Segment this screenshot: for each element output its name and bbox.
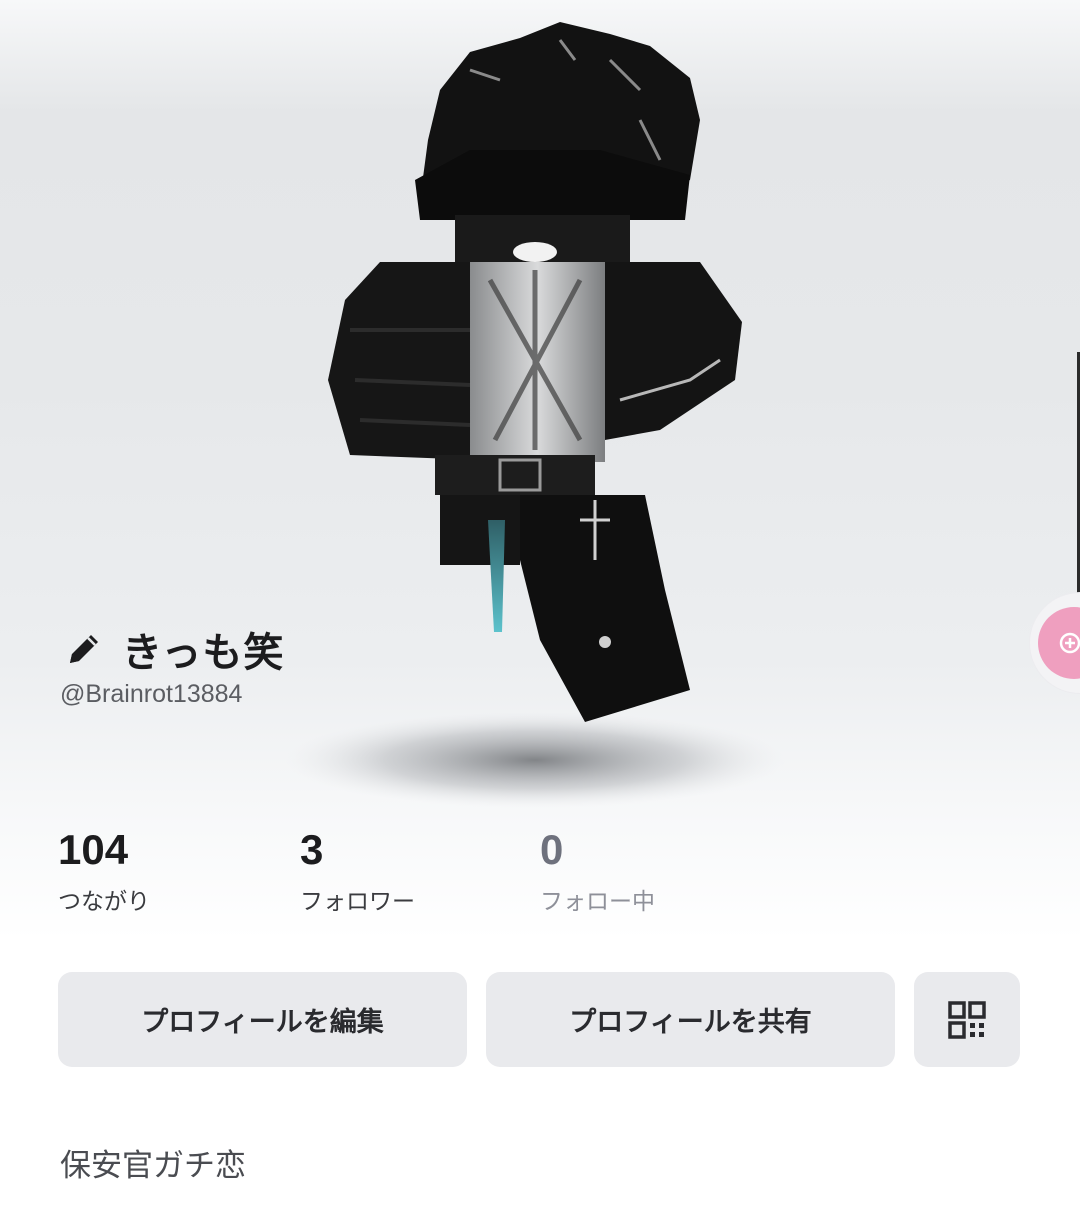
qr-code-button[interactable] [914,972,1020,1067]
avatar-3d-figure [285,22,785,808]
stat-followers-value: 3 [300,826,324,873]
add-icon [1059,632,1080,654]
display-name: きっも笑 [122,630,285,676]
pencil-icon[interactable] [64,629,104,669]
side-floating-button-accent [1038,607,1080,679]
share-profile-button[interactable]: プロフィールを共有 [486,972,895,1067]
stat-following[interactable]: 0 フォロー中 [540,822,655,916]
stat-connections-value: 104 [58,826,129,873]
avatar-hero-background [0,0,1080,940]
qr-code-icon [948,1000,986,1039]
stat-followers-label: フォロワー [300,889,415,915]
stat-followers[interactable]: 3 フォロワー [300,822,415,916]
stat-following-label: フォロー中 [540,889,655,915]
display-name-row[interactable]: きっも笑 [64,620,284,678]
username: @Brainrot13884 [60,680,243,708]
profile-bio: 保安官ガチ恋 [60,1148,246,1184]
stat-following-value: 0 [540,826,564,873]
share-profile-label: プロフィールを共有 [569,1007,812,1038]
stat-connections-label: つながり [58,889,150,915]
stat-connections[interactable]: 104 つながり [58,822,150,916]
edit-profile-label: プロフィールを編集 [141,1007,384,1038]
edit-profile-button[interactable]: プロフィールを編集 [58,972,467,1067]
